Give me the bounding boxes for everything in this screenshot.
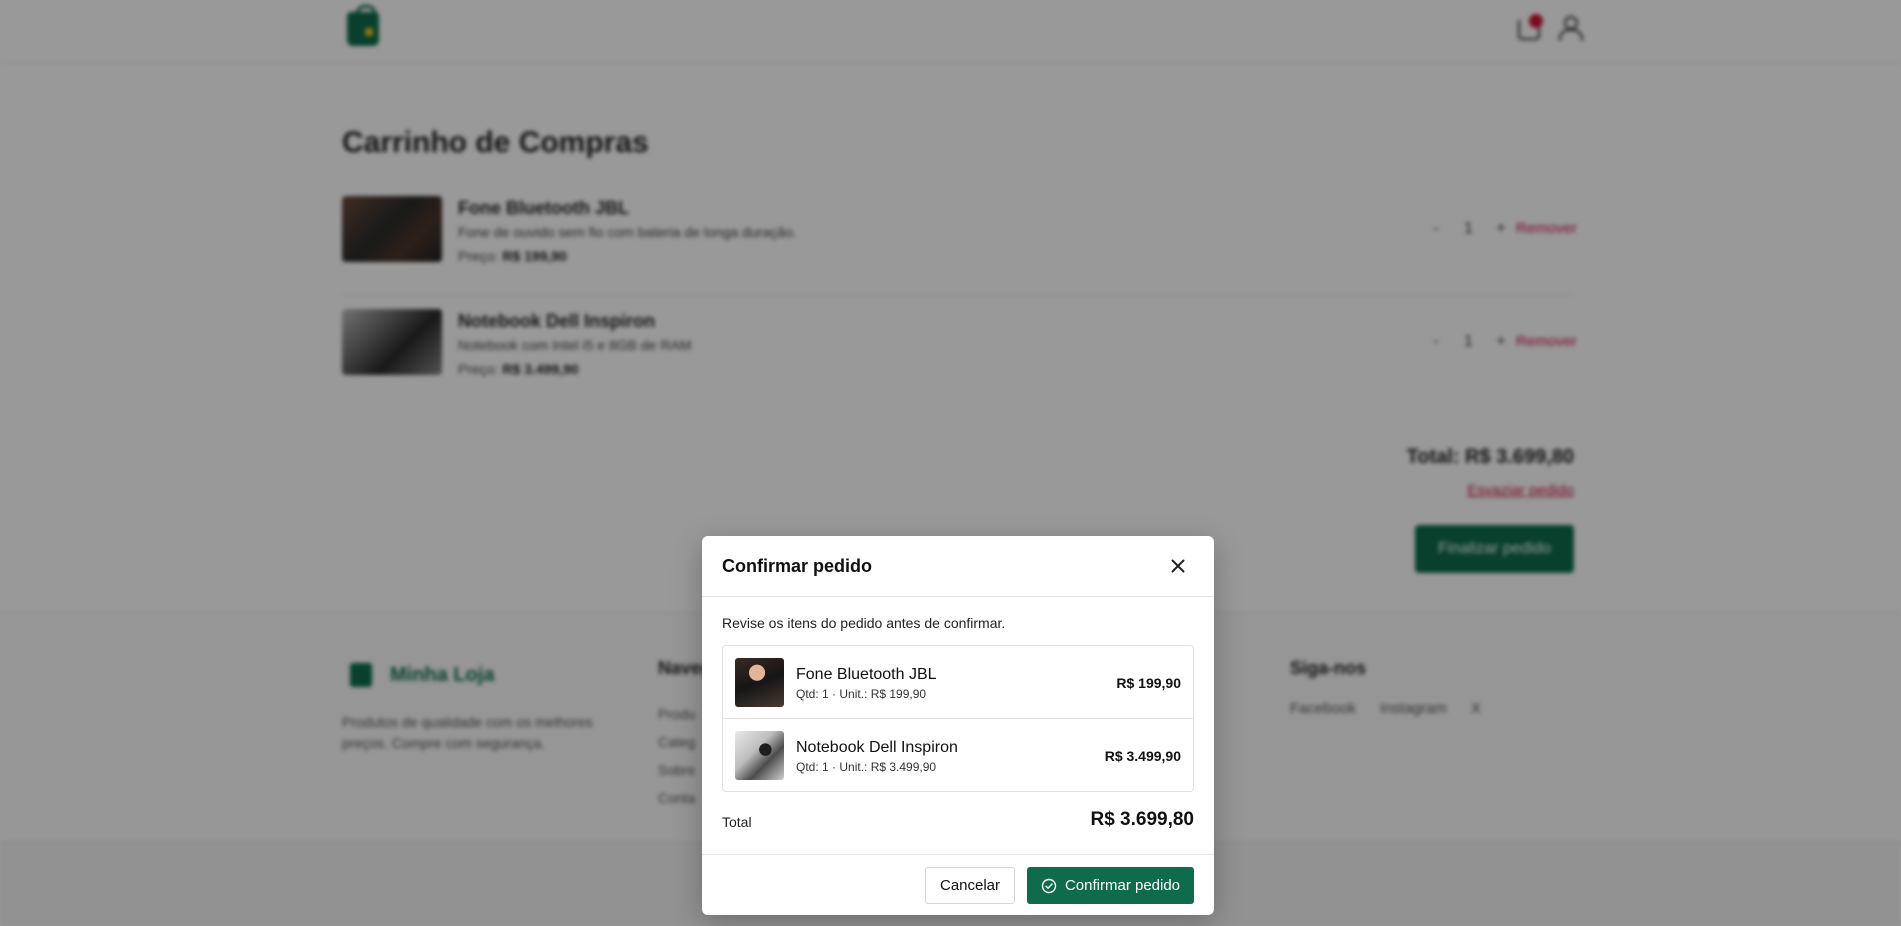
dialog-header: Confirmar pedido [702, 536, 1214, 597]
confirm-order-button[interactable]: Confirmar pedido [1027, 867, 1194, 904]
item-meta: Qtd: 1 · Unit.: R$ 199,90 [796, 687, 927, 701]
item-meta: Qtd: 1 · Unit.: R$ 3.499,90 [796, 760, 937, 774]
item-name: Fone Bluetooth JBL [796, 666, 937, 683]
dialog-title: Confirmar pedido [722, 556, 873, 576]
check-circle-icon [1041, 878, 1057, 893]
confirm-button-label: Confirmar pedido [1064, 877, 1181, 894]
total-value: R$ 3.699,80 [1090, 809, 1194, 830]
item-subtotal: R$ 3.499,90 [1104, 748, 1181, 764]
cancel-button[interactable]: Cancelar [925, 867, 1015, 904]
item-subtotal: R$ 199,90 [1116, 675, 1181, 691]
close-icon[interactable] [1166, 554, 1190, 578]
order-items-list: Fone Bluetooth JBL Qtd: 1 · Unit.: R$ 19… [722, 645, 1194, 792]
list-item: Notebook Dell Inspiron Qtd: 1 · Unit.: R… [723, 719, 1193, 792]
item-name: Notebook Dell Inspiron [796, 739, 958, 756]
dialog-body: Revise os itens do pedido antes de confi… [702, 597, 1214, 854]
list-item: Fone Bluetooth JBL Qtd: 1 · Unit.: R$ 19… [723, 646, 1193, 719]
product-thumbnail [735, 658, 784, 707]
dialog-footer: Cancelar Confirmar pedido [702, 854, 1214, 915]
total-label: Total [722, 814, 752, 830]
product-thumbnail [735, 731, 784, 780]
dialog-subtitle: Revise os itens do pedido antes de confi… [722, 615, 1006, 631]
confirm-order-dialog: Confirmar pedido Revise os itens do pedi… [702, 536, 1214, 915]
